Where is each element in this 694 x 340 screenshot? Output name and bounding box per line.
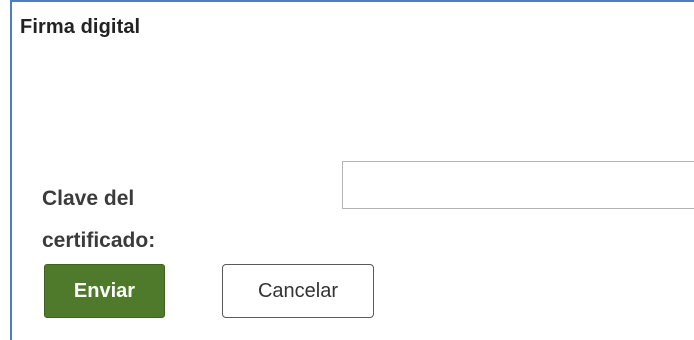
digital-signature-dialog: Firma digital Clave del certificado: Env…: [10, 0, 694, 340]
dialog-title: Firma digital: [20, 16, 141, 38]
certificate-password-input[interactable]: [342, 161, 694, 209]
cancel-button[interactable]: Cancelar: [222, 264, 374, 318]
send-button[interactable]: Enviar: [44, 264, 165, 318]
certificate-password-label: Clave del certificado:: [42, 187, 156, 252]
